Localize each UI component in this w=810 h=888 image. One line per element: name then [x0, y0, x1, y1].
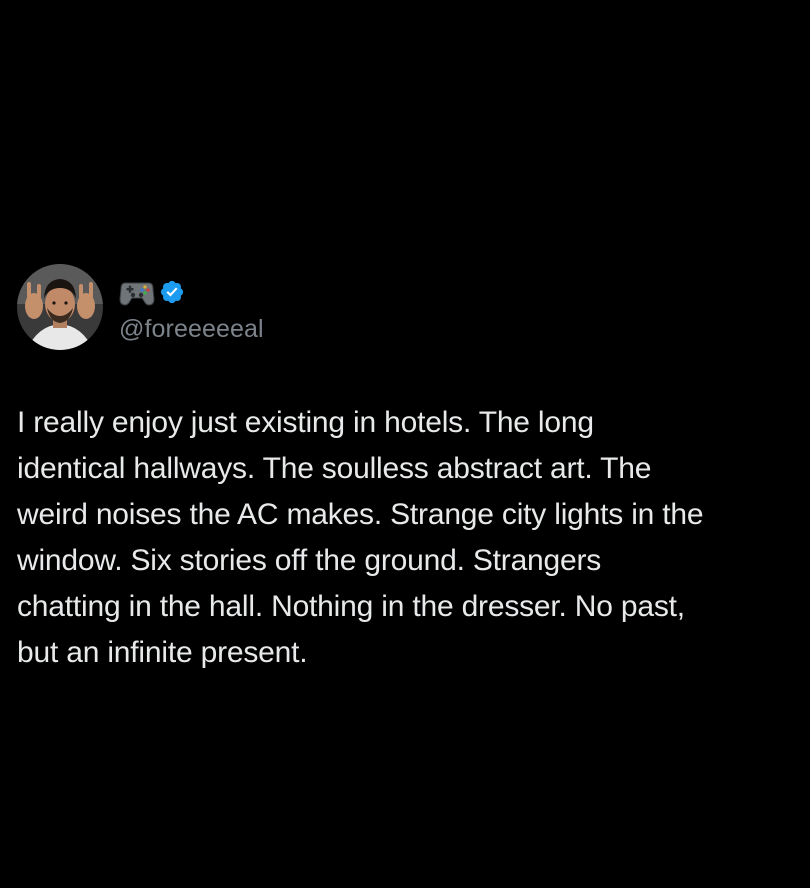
verified-badge-icon: [160, 280, 184, 303]
tweet-text: I really enjoy just existing in hotels. …: [17, 406, 704, 669]
avatar[interactable]: [17, 264, 103, 350]
display-name[interactable]: [119, 275, 264, 309]
user-info: @foreeeeeal: [119, 264, 264, 350]
tweet-header: @foreeeeeal: [17, 264, 264, 350]
gamepad-icon: [119, 282, 155, 306]
avatar-image: [17, 264, 103, 350]
user-handle[interactable]: @foreeeeeal: [119, 315, 264, 344]
tweet-screenshot: @foreeeeeal I really enjoy just existing…: [0, 0, 810, 888]
